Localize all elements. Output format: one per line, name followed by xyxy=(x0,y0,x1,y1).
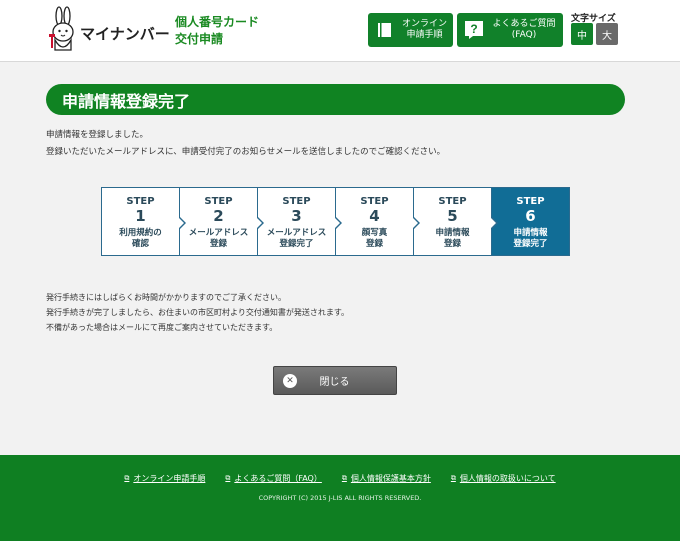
book-icon xyxy=(374,19,396,41)
step-3: STEP 3 メールアドレス 登録完了 xyxy=(258,188,342,255)
external-link-icon: ⧉ xyxy=(225,474,231,482)
step-arrow-icon xyxy=(256,216,264,230)
site-header: マイナンバー 個人番号カード 交付申請 オンライン 申請手順 ? よくあるご質問… xyxy=(0,0,680,62)
close-button[interactable]: ✕ 閉じる xyxy=(273,366,397,395)
footer-link-privacy-policy[interactable]: ⧉ 個人情報保護基本方針 xyxy=(342,473,431,484)
note-line-2: 発行手続きが完了しましたら、お住まいの市区町村より交付通知書が発送されます。 xyxy=(46,308,350,317)
site-title-line2: 交付申請 xyxy=(175,32,224,46)
step-4: STEP 4 顔写真 登録 xyxy=(336,188,420,255)
svg-text:?: ? xyxy=(470,22,477,36)
logo-text[interactable]: マイナンバー xyxy=(80,23,170,44)
step-5: STEP 5 申請情報 登録 xyxy=(414,188,498,255)
step-6: STEP 6 申請情報 登録完了 xyxy=(492,188,569,255)
footer-link-faq[interactable]: ⧉ よくあるご質問（FAQ） xyxy=(225,473,322,484)
note-line-1: 発行手続きにはしばらくお時間がかかりますのでご了承ください。 xyxy=(46,293,286,302)
external-link-icon: ⧉ xyxy=(450,474,456,482)
complete-message: 申請情報を登録しました。 xyxy=(46,130,149,140)
step-2: STEP 2 メールアドレス 登録 xyxy=(180,188,264,255)
close-circle-icon: ✕ xyxy=(283,373,297,388)
external-link-icon: ⧉ xyxy=(124,474,130,482)
footer-links: ⧉ オンライン申請手順 ⧉ よくあるご質問（FAQ） ⧉ 個人情報保護基本方針 … xyxy=(0,473,680,484)
note-line-3: 不備があった場合はメールにて再度ご案内させていただきます。 xyxy=(46,323,278,332)
step-arrow-icon xyxy=(178,216,186,230)
site-footer: ⧉ オンライン申請手順 ⧉ よくあるご質問（FAQ） ⧉ 個人情報保護基本方針 … xyxy=(0,455,680,541)
faq-button[interactable]: ? よくあるご質問 (FAQ) xyxy=(457,13,563,47)
rabbit-mascot-icon xyxy=(49,6,74,51)
close-button-label: 閉じる xyxy=(319,377,350,388)
site-title-line1: 個人番号カード xyxy=(175,15,260,29)
font-size-medium-button[interactable]: 中 xyxy=(571,23,593,45)
step-arrow-icon xyxy=(334,216,342,230)
footer-link-personal-info[interactable]: ⧉ 個人情報の取扱いについて xyxy=(451,473,556,484)
footer-link-online-procedure[interactable]: ⧉ オンライン申請手順 xyxy=(124,473,205,484)
external-link-icon: ⧉ xyxy=(341,474,347,482)
step-arrow-icon xyxy=(412,216,420,230)
online-procedure-button[interactable]: オンライン 申請手順 xyxy=(368,13,453,47)
copyright: COPYRIGHT (C) 2015 J-LIS ALL RIGHTS RESE… xyxy=(258,494,422,502)
step-indicator: STEP 1 利用規約の 確認 STEP 2 メールアドレス 登録 STEP 3 メ… xyxy=(101,187,570,256)
email-sent-message: 登録いただいたメールアドレスに、申請受付完了のお知らせメールを送信しましたのでご… xyxy=(46,147,446,157)
font-size-large-button[interactable]: 大 xyxy=(596,23,618,45)
online-procedure-label: オンライン 申請手順 xyxy=(402,19,448,40)
step-arrow-icon xyxy=(490,216,498,230)
step-1: STEP 1 利用規約の 確認 xyxy=(102,188,186,255)
question-icon: ? xyxy=(463,19,485,41)
page-title: 申請情報登録完了 xyxy=(46,84,625,115)
site-title[interactable]: 個人番号カード 交付申請 xyxy=(175,14,259,48)
faq-label: よくあるご質問 (FAQ) xyxy=(492,19,556,40)
